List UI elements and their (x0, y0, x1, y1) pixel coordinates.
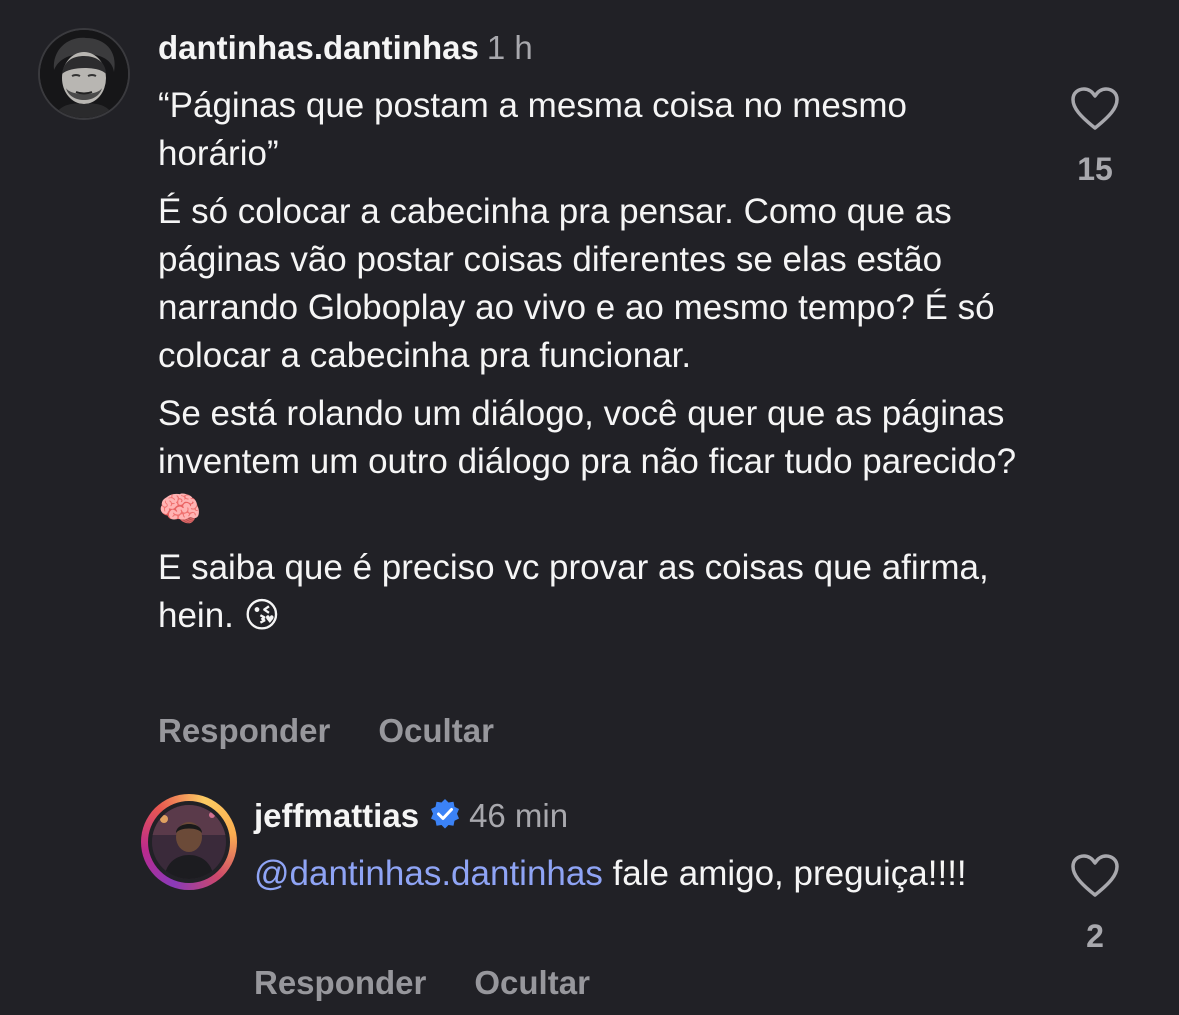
person-avatar-story-ring-icon (152, 805, 226, 879)
comment-actions: Responder Ocultar (254, 964, 590, 1002)
comment-header: jeffmattias 46 min (254, 796, 568, 839)
person-avatar-icon (40, 30, 128, 118)
like-control[interactable]: 15 (1065, 86, 1125, 188)
comment-paragraph: Se está rolando um diálogo, você quer qu… (158, 394, 1017, 529)
comment-paragraph: “Páginas que postam a mesma coisa no mes… (158, 86, 907, 173)
hide-button[interactable]: Ocultar (474, 964, 590, 1001)
timestamp: 1 h (486, 29, 533, 66)
comment-paragraph: É só colocar a cabecinha pra pensar. Com… (158, 192, 995, 375)
username[interactable]: jeffmattias (254, 797, 419, 834)
hide-button[interactable]: Ocultar (378, 712, 494, 749)
like-control[interactable]: 2 (1065, 853, 1125, 955)
comment-body: @dantinhas.dantinhas fale amigo, preguiç… (254, 850, 974, 898)
avatar[interactable] (148, 801, 230, 883)
reply-button[interactable]: Responder (158, 712, 330, 749)
username[interactable]: dantinhas.dantinhas (158, 29, 479, 66)
heart-outline-icon[interactable] (1070, 86, 1120, 132)
like-count: 15 (1077, 151, 1113, 187)
comment-item: dantinhas.dantinhas 1 h “Páginas que post… (0, 0, 1179, 770)
mention-link[interactable]: @dantinhas.dantinhas (254, 854, 603, 893)
comment-body: “Páginas que postam a mesma coisa no mes… (158, 82, 1028, 650)
comment-paragraph: E saiba que é preciso vc provar as coisa… (158, 548, 989, 635)
reply-button[interactable]: Responder (254, 964, 426, 1001)
heart-outline-icon[interactable] (1070, 853, 1120, 899)
comment-paragraph: @dantinhas.dantinhas fale amigo, preguiç… (254, 850, 974, 898)
comment-header: dantinhas.dantinhas 1 h (158, 28, 533, 68)
comment-text: fale amigo, preguiça!!!! (602, 854, 967, 893)
like-count: 2 (1086, 918, 1104, 954)
verified-badge-icon (429, 798, 461, 839)
avatar[interactable] (38, 28, 130, 120)
timestamp: 46 min (469, 797, 569, 834)
comment-actions: Responder Ocultar (158, 712, 494, 750)
reply-comment-item: jeffmattias 46 min @dantinhas.dantinhas f… (0, 770, 1179, 1015)
